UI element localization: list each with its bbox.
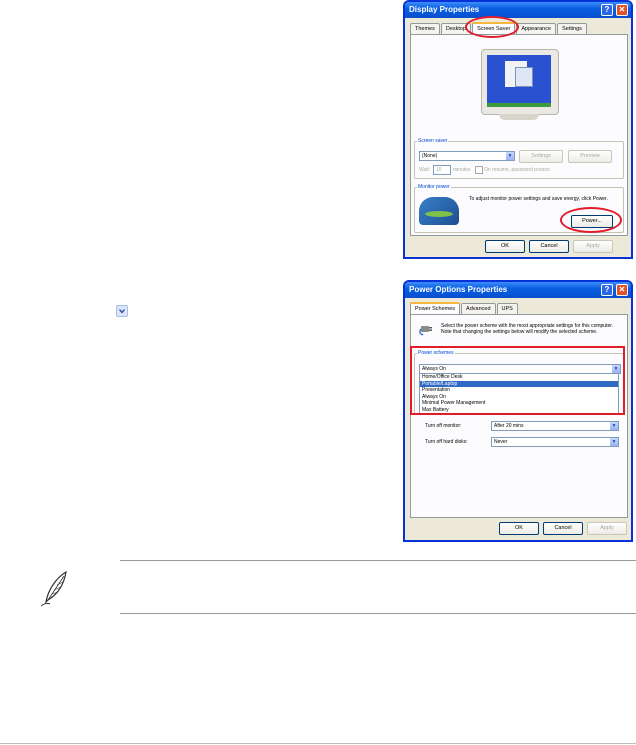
- dropdown-chevron-icon: [116, 305, 128, 317]
- power-ok-button[interactable]: OK: [499, 522, 539, 535]
- turn-off-monitor-value: After 20 mins: [494, 423, 524, 429]
- power-tabs: Power Schemes Advanced UPS: [410, 302, 519, 315]
- help-button[interactable]: ?: [601, 284, 613, 296]
- tab-ups[interactable]: UPS: [496, 303, 518, 314]
- monitor-stand: [499, 114, 539, 120]
- monitor-power-group-label: Monitor power: [417, 184, 451, 190]
- password-checkbox-label: On resume, password protect: [484, 167, 550, 173]
- page-footer-rule: [0, 743, 636, 744]
- power-schemes-panel: Select the power scheme with the most ap…: [410, 314, 628, 518]
- wait-label: Wait:: [419, 167, 431, 173]
- screen-saver-group-label: Screen saver: [417, 138, 449, 144]
- display-properties-titlebar: Display Properties ? ✕: [405, 2, 631, 18]
- password-checkbox[interactable]: [475, 166, 483, 174]
- power-button-highlight: [560, 207, 622, 233]
- screen-saver-tab-highlight: [465, 16, 519, 38]
- chevron-down-icon: ▼: [610, 422, 618, 430]
- close-button[interactable]: ✕: [616, 284, 628, 296]
- power-cancel-button[interactable]: Cancel: [543, 522, 583, 535]
- wait-minutes-input[interactable]: 10: [433, 165, 451, 175]
- power-apply-button[interactable]: Apply: [587, 522, 627, 535]
- display-cancel-button[interactable]: Cancel: [529, 240, 569, 253]
- screen-saver-preview-button[interactable]: Preview: [568, 150, 612, 163]
- monitor-preview-image: [481, 49, 559, 115]
- power-schemes-highlight: [410, 346, 625, 415]
- note-divider-top: [120, 560, 636, 561]
- wait-units-label: minutes: [453, 167, 471, 173]
- display-apply-button[interactable]: Apply: [573, 240, 613, 253]
- power-options-titlebar: Power Options Properties ? ✕: [405, 282, 631, 298]
- tab-advanced[interactable]: Advanced: [461, 303, 496, 314]
- note-divider-bottom: [120, 613, 636, 614]
- wait-value: 10: [436, 167, 442, 173]
- screen-saver-value: (None): [422, 153, 438, 159]
- chevron-down-icon: ▼: [506, 152, 514, 160]
- energy-star-logo: [419, 197, 459, 225]
- tab-appearance[interactable]: Appearance: [516, 23, 557, 34]
- display-ok-button[interactable]: OK: [485, 240, 525, 253]
- close-button[interactable]: ✕: [616, 4, 628, 16]
- screen-saver-panel: Screen saver (None) ▼ Settings Preview W…: [410, 34, 628, 236]
- turn-off-hard-disks-select[interactable]: Never ▼: [491, 437, 619, 447]
- turn-off-monitor-label: Turn off monitor:: [425, 423, 462, 429]
- screen-saver-settings-button[interactable]: Settings: [519, 150, 563, 163]
- power-intro-text: Select the power scheme with the most ap…: [441, 323, 614, 335]
- display-properties-title: Display Properties: [409, 5, 480, 14]
- tab-settings[interactable]: Settings: [557, 23, 587, 34]
- turn-off-hard-disks-label: Turn off hard disks:: [425, 439, 468, 445]
- turn-off-monitor-select[interactable]: After 20 mins ▼: [491, 421, 619, 431]
- power-plug-icon: [419, 323, 433, 337]
- chevron-down-icon: ▼: [610, 438, 618, 446]
- power-options-title: Power Options Properties: [409, 285, 508, 294]
- tab-themes[interactable]: Themes: [410, 23, 440, 34]
- help-button[interactable]: ?: [601, 4, 613, 16]
- feather-icon: [38, 568, 70, 608]
- turn-off-hard-disks-value: Never: [494, 439, 508, 445]
- screen-saver-select[interactable]: (None) ▼: [419, 151, 515, 161]
- monitor-power-text: To adjust monitor power settings and sav…: [469, 196, 608, 202]
